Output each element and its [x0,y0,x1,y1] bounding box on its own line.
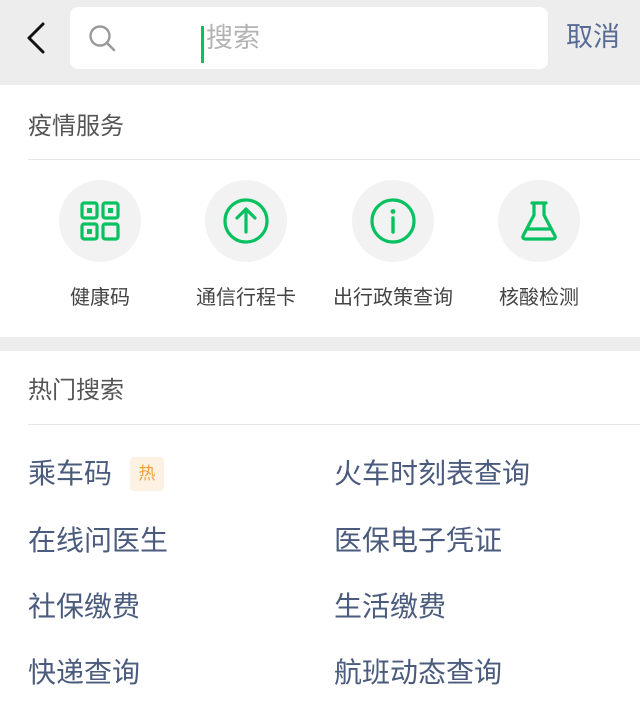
service-label: 出行政策查询 [333,285,453,309]
search-icon [89,25,116,52]
search-input[interactable] [132,7,532,69]
section-separator [0,337,640,351]
hot-item-online-doctor[interactable]: 在线问医生 [28,523,168,559]
flask-icon [498,180,580,262]
service-label: 通信行程卡 [196,285,296,309]
qr-code-icon [59,180,141,262]
cancel-button[interactable]: 取消 [566,18,620,58]
hot-item-utility-payment[interactable]: 生活缴费 [334,589,446,625]
hot-item-flight-status[interactable]: 航班动态查询 [334,655,502,691]
hot-item-ride-code[interactable]: 乘车码 [28,456,112,492]
service-travel-card[interactable]: 通信行程卡 [166,180,326,310]
divider [28,159,640,160]
section-title-hot: 热门搜索 [28,376,124,404]
chevron-left-icon [27,22,45,54]
hot-item-medical-insurance[interactable]: 医保电子凭证 [334,523,502,559]
hot-item-social-security[interactable]: 社保缴费 [28,589,140,625]
service-label: 核酸检测 [499,285,579,309]
search-box[interactable] [70,7,548,69]
divider [28,424,640,425]
service-label: 健康码 [70,285,130,309]
service-health-code[interactable]: 健康码 [20,180,180,310]
service-travel-policy[interactable]: 出行政策查询 [313,180,473,310]
hot-item-train-schedule[interactable]: 火车时刻表查询 [334,456,530,492]
info-circle-icon [352,180,434,262]
service-nucleic-test[interactable]: 核酸检测 [459,180,619,310]
hot-badge: 热 [130,457,164,491]
hot-item-express-tracking[interactable]: 快递查询 [28,655,140,691]
section-title-epidemic: 疫情服务 [28,112,124,140]
search-bar: 取消 [0,0,640,85]
arrow-up-circle-icon [205,180,287,262]
back-button[interactable] [18,18,54,58]
